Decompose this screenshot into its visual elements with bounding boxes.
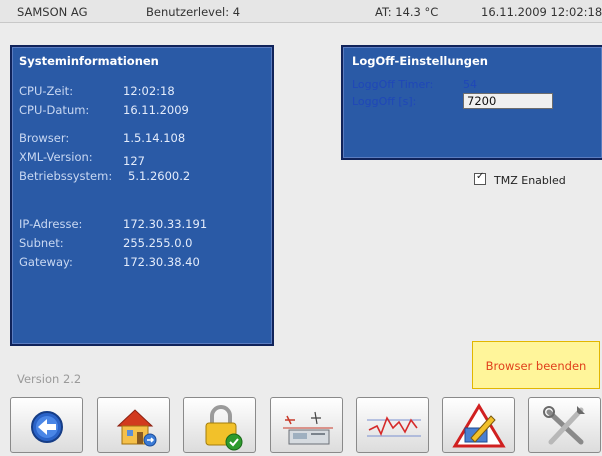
info-label: CPU-Zeit: — [19, 84, 74, 98]
info-label: Browser: — [19, 131, 70, 145]
device-icon — [283, 411, 333, 445]
logoff-seconds-label: LoggOff [s]: — [352, 95, 417, 108]
lock-icon — [205, 405, 243, 451]
info-value: 5.1.2600.2 — [128, 169, 191, 183]
trend-button[interactable] — [356, 397, 429, 453]
back-arrow-icon — [31, 411, 63, 443]
info-label: XML-Version: — [19, 150, 93, 164]
tools-icon — [543, 406, 585, 445]
back-button[interactable] — [10, 397, 83, 453]
logoff-timer-label: LoggOff Timer: — [352, 78, 434, 91]
status-bar: SAMSON AG Benutzerlevel: 4 AT: 14.3 °C 1… — [0, 0, 602, 23]
logoff-seconds-input[interactable]: 7200 — [463, 93, 553, 109]
alarm-edit-button[interactable] — [442, 397, 515, 453]
info-value: 255.255.0.0 — [123, 236, 193, 250]
date-time: 16.11.2009 12:02:18 — [481, 5, 602, 19]
info-value: 172.30.33.191 — [123, 217, 208, 231]
warning-edit-icon — [452, 403, 506, 448]
browser-exit-button[interactable]: Browser beenden — [472, 341, 600, 389]
info-label: Subnet: — [19, 236, 64, 250]
settings-button[interactable] — [528, 397, 601, 453]
login-button[interactable] — [183, 397, 256, 453]
user-level: Benutzerlevel: 4 — [146, 5, 241, 19]
info-label: Gateway: — [19, 255, 73, 269]
device-button[interactable] — [270, 397, 343, 453]
tmz-label: TMZ Enabled — [494, 174, 566, 187]
info-value: 1.5.14.108 — [123, 131, 186, 145]
info-value: 172.30.38.40 — [123, 255, 200, 269]
home-button[interactable] — [97, 397, 170, 453]
trend-chart-icon — [367, 416, 421, 437]
check-icon: ✓ — [476, 171, 485, 182]
company-name: SAMSON AG — [17, 5, 88, 19]
info-label: IP-Adresse: — [19, 217, 83, 231]
tmz-enabled-checkbox[interactable]: ✓ TMZ Enabled — [474, 171, 566, 187]
info-value: 16.11.2009 — [123, 103, 189, 117]
info-label: Betriebssystem: — [19, 169, 113, 183]
outside-temperature: AT: 14.3 °C — [375, 5, 439, 19]
logoff-settings-title: LogOff-Einstellungen — [352, 54, 488, 68]
logoff-timer-value: 54 — [463, 78, 477, 91]
system-info-panel: Systeminformationen CPU-Zeit: 12:02:18 CP… — [10, 45, 274, 346]
version-label: Version 2.2 — [17, 372, 82, 386]
logoff-settings-panel: LogOff-Einstellungen LoggOff Timer: 54 L… — [341, 45, 602, 160]
home-icon — [116, 409, 157, 447]
info-label: CPU-Datum: — [19, 103, 90, 117]
checkbox-box[interactable]: ✓ — [474, 171, 486, 185]
system-info-title: Systeminformationen — [19, 54, 159, 68]
info-value: 12:02:18 — [123, 84, 175, 98]
info-value: 127 — [123, 154, 145, 168]
